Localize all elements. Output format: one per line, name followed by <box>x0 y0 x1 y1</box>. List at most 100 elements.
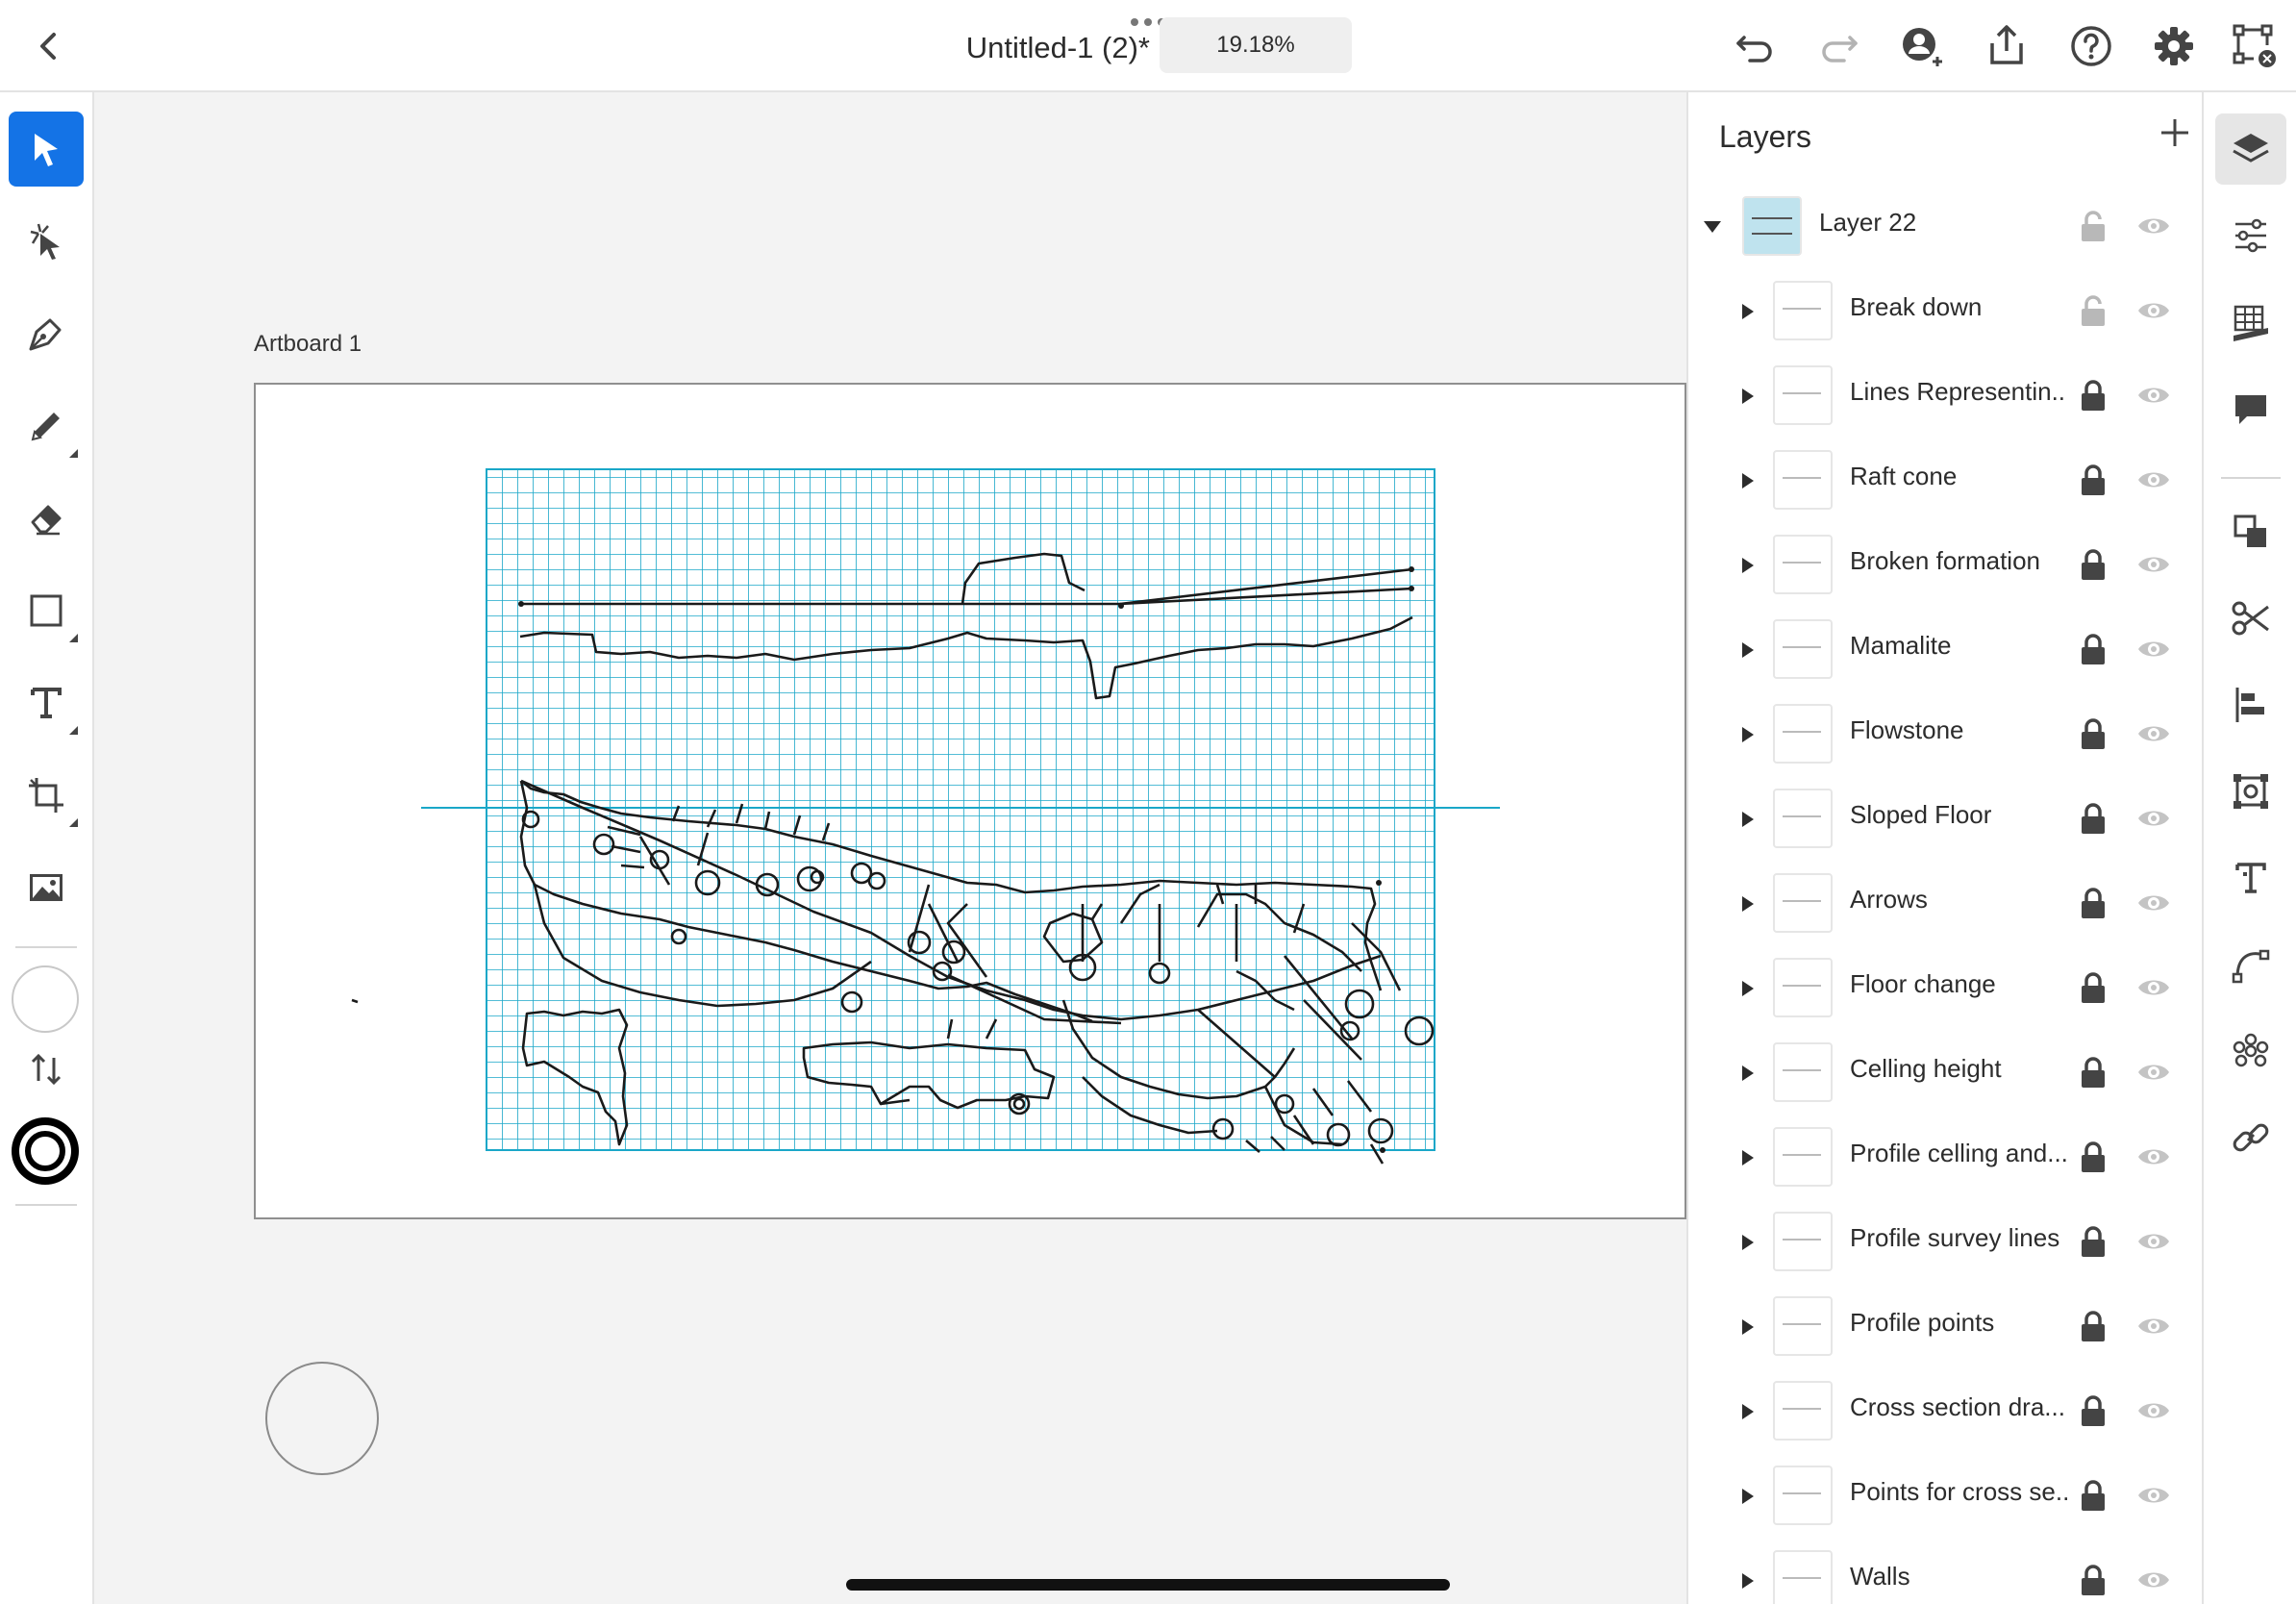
eye-icon[interactable] <box>2136 1483 2171 1508</box>
caret-right-icon[interactable] <box>1742 1573 1754 1589</box>
pencil-tool[interactable] <box>9 388 84 464</box>
lock-icon[interactable] <box>2079 1479 2108 1512</box>
eye-icon[interactable] <box>2136 1229 2171 1254</box>
lock-icon[interactable] <box>2079 971 2108 1004</box>
lock-icon[interactable] <box>2079 887 2108 919</box>
layers-panel-button[interactable] <box>2215 113 2286 185</box>
selection-tool[interactable] <box>9 112 84 187</box>
caret-right-icon[interactable] <box>1742 642 1754 658</box>
lock-icon[interactable] <box>2079 1394 2108 1427</box>
caret-right-icon[interactable] <box>1742 1319 1754 1335</box>
caret-down-icon[interactable] <box>1704 221 1721 233</box>
caret-right-icon[interactable] <box>1742 473 1754 489</box>
comments-panel-button[interactable] <box>2215 373 2286 444</box>
help-button[interactable] <box>2067 22 2115 70</box>
eye-icon[interactable] <box>2136 467 2171 492</box>
zoom-level[interactable]: 19.18% <box>1160 17 1352 73</box>
path-panel-button[interactable] <box>2215 929 2286 1000</box>
rectangle-tool[interactable] <box>9 573 84 648</box>
layer-row[interactable]: Broken formation <box>1688 523 2204 608</box>
lock-icon[interactable] <box>2079 717 2108 750</box>
artboard[interactable] <box>254 383 1686 1219</box>
lock-icon[interactable] <box>2079 1140 2108 1173</box>
eye-icon[interactable] <box>2136 213 2171 238</box>
swap-fill-stroke-button[interactable] <box>25 1048 67 1090</box>
caret-right-icon[interactable] <box>1742 1150 1754 1165</box>
layer-row[interactable]: Layer 22 <box>1688 185 2204 269</box>
caret-right-icon[interactable] <box>1742 1489 1754 1504</box>
cave-map-drawing[interactable] <box>256 385 1686 1219</box>
artboard-label[interactable]: Artboard 1 <box>254 331 362 358</box>
share-button[interactable] <box>1983 22 2031 70</box>
layer-row[interactable]: Cross section dra... <box>1688 1369 2204 1454</box>
fill-color-swatch[interactable] <box>12 965 79 1033</box>
eye-icon[interactable] <box>2136 1314 2171 1339</box>
layer-row[interactable]: Break down <box>1688 269 2204 354</box>
caret-right-icon[interactable] <box>1742 1235 1754 1250</box>
redo-button[interactable] <box>1815 22 1863 70</box>
layer-row[interactable]: Walls <box>1688 1539 2204 1604</box>
add-layer-button[interactable] <box>2159 117 2190 148</box>
eye-icon[interactable] <box>2136 721 2171 746</box>
caret-right-icon[interactable] <box>1742 981 1754 996</box>
layer-row[interactable]: Profile survey lines <box>1688 1200 2204 1285</box>
cut-button[interactable] <box>2215 583 2286 654</box>
links-panel-button[interactable] <box>2215 1102 2286 1173</box>
eye-icon[interactable] <box>2136 890 2171 915</box>
eye-icon[interactable] <box>2136 1567 2171 1592</box>
lock-icon[interactable] <box>2079 464 2108 496</box>
layer-row[interactable]: Profile celling and... <box>1688 1115 2204 1200</box>
group-button[interactable] <box>2215 756 2286 827</box>
back-button[interactable] <box>29 25 67 67</box>
eye-icon[interactable] <box>2136 806 2171 831</box>
pen-tool[interactable] <box>9 296 84 371</box>
align-button[interactable] <box>2215 669 2286 740</box>
unlock-icon[interactable] <box>2079 294 2108 327</box>
properties-panel-button[interactable] <box>2215 200 2286 271</box>
edit-points-button[interactable] <box>2231 22 2279 70</box>
lock-icon[interactable] <box>2079 802 2108 835</box>
home-indicator[interactable] <box>846 1579 1450 1591</box>
eye-icon[interactable] <box>2136 1144 2171 1169</box>
caret-right-icon[interactable] <box>1742 812 1754 827</box>
caret-right-icon[interactable] <box>1742 1404 1754 1419</box>
caret-right-icon[interactable] <box>1742 1065 1754 1081</box>
eye-icon[interactable] <box>2136 1398 2171 1423</box>
layer-row[interactable]: Celling height <box>1688 1031 2204 1115</box>
lock-icon[interactable] <box>2079 1056 2108 1089</box>
type-tool[interactable] <box>9 665 84 740</box>
layer-row[interactable]: Lines Representin... <box>1688 354 2204 439</box>
eye-icon[interactable] <box>2136 298 2171 323</box>
caret-right-icon[interactable] <box>1742 727 1754 742</box>
lock-icon[interactable] <box>2079 1225 2108 1258</box>
place-image-tool[interactable] <box>9 850 84 925</box>
stroke-color-swatch[interactable] <box>12 1117 79 1185</box>
eye-icon[interactable] <box>2136 552 2171 577</box>
unlock-icon[interactable] <box>2079 210 2108 242</box>
combine-shapes-button[interactable] <box>2215 496 2286 567</box>
layer-row[interactable]: Mamalite <box>1688 608 2204 692</box>
eye-icon[interactable] <box>2136 637 2171 662</box>
touch-shortcut-button[interactable] <box>265 1362 379 1475</box>
invite-button[interactable] <box>1898 22 1946 70</box>
layer-row[interactable]: Floor change <box>1688 946 2204 1031</box>
lock-icon[interactable] <box>2079 1564 2108 1596</box>
lock-icon[interactable] <box>2079 633 2108 665</box>
layer-row[interactable]: Sloped Floor <box>1688 777 2204 862</box>
lock-icon[interactable] <box>2079 1310 2108 1342</box>
document-title[interactable]: Untitled-1 (2)* <box>923 27 1150 69</box>
lock-icon[interactable] <box>2079 379 2108 412</box>
transform-tool[interactable] <box>9 758 84 833</box>
caret-right-icon[interactable] <box>1742 388 1754 404</box>
eye-icon[interactable] <box>2136 975 2171 1000</box>
eye-icon[interactable] <box>2136 1060 2171 1085</box>
layer-row[interactable]: Points for cross se... <box>1688 1454 2204 1539</box>
undo-button[interactable] <box>1731 22 1779 70</box>
eye-icon[interactable] <box>2136 383 2171 408</box>
settings-button[interactable] <box>2150 22 2198 70</box>
repeat-grid-button[interactable] <box>2215 1015 2286 1087</box>
layer-row[interactable]: Raft cone <box>1688 439 2204 523</box>
type-panel-button[interactable] <box>2215 842 2286 914</box>
caret-right-icon[interactable] <box>1742 896 1754 912</box>
layer-row[interactable]: Flowstone <box>1688 692 2204 777</box>
